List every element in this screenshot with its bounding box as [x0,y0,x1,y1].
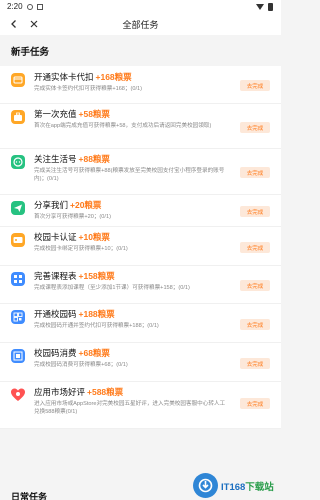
task-title-text: 应用市场好评 [34,387,86,397]
watermark-suffix: 下载站 [245,481,274,493]
heart-icon [10,387,26,403]
task-title: 应用市场好评 +588粮票 [34,387,229,398]
task-reward: +58粮票 [78,109,110,119]
task-reward: +68粮票 [78,348,110,358]
go-complete-button[interactable]: 去完成 [240,398,270,409]
task-reward: +158粮票 [78,271,115,281]
task-reward: +20粮票 [70,200,102,210]
task-title: 关注生活号 +88粮票 [34,154,229,165]
task-list: 开通实体卡代扣 +168粮票完成实体卡签约代扣可获得粮票+168；(0/1) 去完成… [0,66,281,429]
battery-icon [268,2,273,11]
task-title: 校园码消费 +68粮票 [34,348,229,359]
go-complete-button[interactable]: 去完成 [240,80,270,91]
task-item: 应用市场好评 +588粮票 进入应用市场或AppStore对完美校园五星好评，进入完… [0,382,281,429]
task-description: 首次在app端完成充值可获得粮票+58，支付成功后请返回完美校园領取) [34,123,212,129]
task-item: 开通校园码 +188粮票完成校园码开通并签约代扣可获得粮票+188；(0/1) 去完… [0,304,281,343]
go-complete-button[interactable]: 去完成 [240,358,270,369]
task-item: 完善课程表 +158粮票完成课程表添加课程（至少添加1节课）可获得粮票+158；(… [0,266,281,304]
briefcase-icon [10,109,26,125]
task-reward: +168粮票 [95,72,132,82]
task-description: 进入应用市场或AppStore对完美校园五星好评，进入完美校园客服中心转人工兑换… [34,401,226,415]
it168-logo-icon [193,473,218,498]
task-title: 开通实体卡代扣 +168粮票 [34,72,229,83]
task-title-text: 完善课程表 [34,271,77,281]
task-title-text: 校园码消费 [34,348,77,358]
task-reward: +88粮票 [78,154,110,164]
chat-icon [10,154,26,170]
task-description: 完成关注生活号可获得粮票+88(粮票发放至完美校园支付宝小程序登录的账号内)；(… [34,168,225,182]
section-title-novice: 新手任务 [0,35,281,66]
watermark: IT168下载站 [193,473,277,498]
status-bar: 2:20 [0,0,281,13]
task-item: 第一次充值 +58粮票首次在app端完成充值可获得粮票+58，支付成功后请返回完美… [0,104,281,149]
go-complete-button[interactable]: 去完成 [240,122,270,133]
task-item: 校园卡认证 +10粮票完成校园卡绑定可获得粮票+10；(0/1) 去完成 [0,227,281,266]
settings-icon [26,3,33,10]
task-title: 完善课程表 +158粮票 [34,271,229,282]
close-button[interactable] [26,16,42,32]
task-reward: +588粮票 [87,387,124,397]
go-complete-button[interactable]: 去完成 [240,319,270,330]
watermark-brand: IT168 [221,481,246,493]
task-description: 完成校园码消费可获得粮票+68；(0/1) [34,362,128,368]
task-title: 校园卡认证 +10粮票 [34,232,229,243]
task-title-text: 分享我们 [34,200,69,210]
close-icon [30,20,38,28]
task-item: 关注生活号 +88粮票 完成关注生活号可获得粮票+88(粮票发放至完美校园支付宝小程… [0,149,281,195]
task-description: 完成课程表添加课程（至少添加1节课）可获得粮票+158；(0/1) [34,285,190,291]
task-title-text: 校园卡认证 [34,232,77,242]
task-title-text: 关注生活号 [34,154,77,164]
task-description: 首次分享可获得粮票+20；(0/1) [34,214,111,220]
task-title: 第一次充值 +58粮票 [34,109,229,120]
wifi-icon [256,3,264,10]
task-description: 完成校园卡绑定可获得粮票+10；(0/1) [34,246,128,252]
page-title: 全部任务 [122,19,159,30]
go-complete-button[interactable]: 去完成 [240,280,270,291]
task-item: 校园码消费 +68粮票完成校园码消费可获得粮票+68；(0/1) 去完成 [0,343,281,382]
task-title-text: 开通校园码 [34,309,77,319]
watermark-text: IT168下载站 [221,479,274,493]
chevron-left-icon [11,20,16,28]
qrcode-icon [10,309,26,325]
go-complete-button[interactable]: 去完成 [240,242,270,253]
nav-bar: 全部任务 [0,13,281,35]
card-icon [10,72,26,88]
qrcode-pay-icon [10,348,26,364]
task-item: 开通实体卡代扣 +168粮票完成实体卡签约代扣可获得粮票+168；(0/1) 去完成 [0,66,281,104]
task-description: 完成校园码开通并签约代扣可获得粮票+188；(0/1) [34,323,159,329]
task-title-text: 第一次充值 [34,109,77,119]
task-item: 分享我们 +20粮票首次分享可获得粮票+20；(0/1) 去完成 [0,195,281,227]
task-description: 完成实体卡签约代扣可获得粮票+168；(0/1) [34,86,143,92]
task-title: 分享我们 +20粮票 [34,200,229,211]
go-complete-button[interactable]: 去完成 [240,167,270,178]
status-time: 2:20 [7,2,23,11]
notification-icon [36,3,43,10]
idcard-icon [10,232,26,248]
back-button[interactable] [6,16,22,32]
go-complete-button[interactable]: 去完成 [240,206,270,217]
send-icon [10,200,26,216]
task-reward: +188粮票 [78,309,115,319]
task-title-text: 开通实体卡代扣 [34,72,94,82]
task-title: 开通校园码 +188粮票 [34,309,229,320]
grid-icon [10,271,26,287]
task-reward: +10粮票 [78,232,110,242]
